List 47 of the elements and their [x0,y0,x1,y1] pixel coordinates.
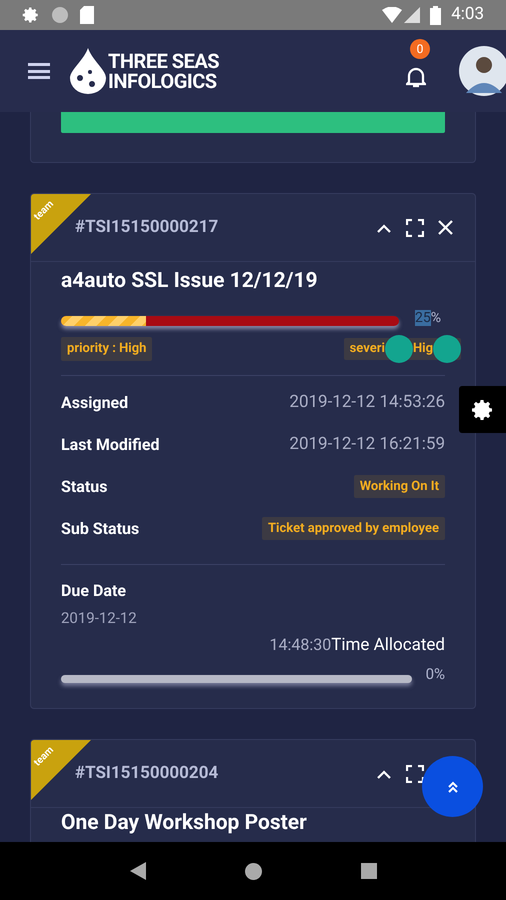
slider-handle[interactable] [433,334,461,363]
field-value: 2019-12-12 16:21:59 [289,432,445,456]
close-icon[interactable] [438,220,453,235]
wifi-icon [382,7,402,23]
avatar[interactable] [458,45,506,97]
battery-icon [430,6,442,24]
field-label: Time Allocated [331,634,445,657]
field-label: Last Modified [61,434,160,456]
severity-label: severi [350,340,385,358]
field-label: Assigned [61,392,128,414]
fullscreen-icon[interactable] [406,218,424,236]
signal-icon [404,7,420,23]
recents-icon[interactable] [360,863,376,879]
clock-time: 4:03 [451,3,484,26]
status-badge: Working On It [354,474,445,498]
fullscreen-icon[interactable] [406,764,424,782]
double-chevron-up-icon [446,780,458,792]
menu-button[interactable] [28,63,50,79]
ticket-id: #TSI15150000204 [75,762,218,785]
chevron-up-icon[interactable] [376,768,392,778]
slider-handle[interactable] [384,334,413,363]
settings-icon [470,398,494,422]
brand-name: THREE SEAS [108,51,220,71]
priority-badge: priority : High [61,337,152,360]
notification-count-badge: 0 [410,39,430,59]
settings-button[interactable] [459,386,506,433]
back-icon[interactable] [130,862,146,880]
droplet-logo-icon [70,48,106,94]
field-value: 2019-12-12 [61,608,138,628]
brand-name: INFOLOGICS [108,71,218,91]
ticket-title: a4auto SSL Issue 12/12/19 [61,268,319,294]
bell-icon [406,66,426,88]
field-label: Due Date [61,580,127,602]
home-icon[interactable] [244,862,262,880]
status-badge: Ticket approved by employee [262,516,445,540]
ticket-id: #TSI15150000217 [75,216,218,239]
severity-label: Hig [412,340,433,358]
field-label: Status [61,476,108,498]
ticket-title: One Day Workshop Poster [61,810,308,836]
percent-reading: 25% [415,309,442,328]
gear-icon [22,6,40,24]
percent-reading: 0% [426,664,445,684]
field-label: Sub Status [61,518,140,540]
chevron-up-icon[interactable] [376,222,392,232]
field-value: 2019-12-12 14:53:26 [289,390,445,414]
sd-card-icon [80,6,94,24]
time-value: 14:48:30 [270,634,332,656]
